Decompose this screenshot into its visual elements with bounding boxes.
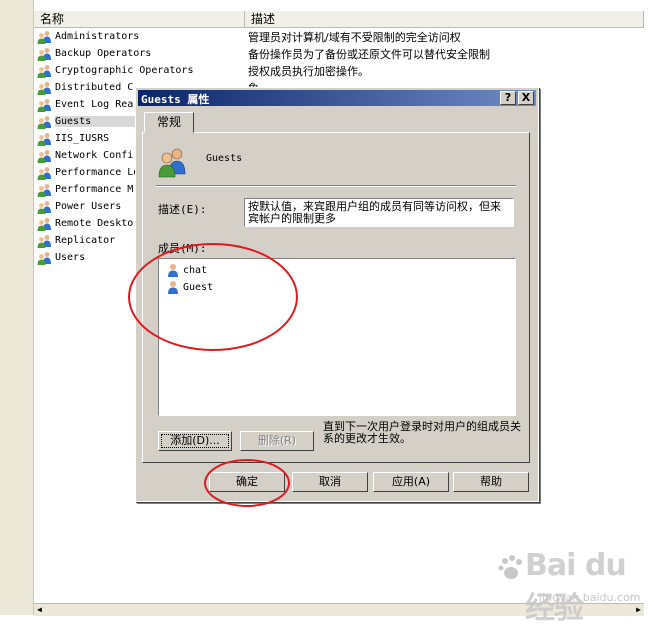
separator (156, 185, 516, 187)
list-item[interactable]: Administrators 管理员对计算机/域有不受限制的完全访问权 (36, 28, 644, 45)
column-header-name[interactable]: 名称 (34, 11, 245, 27)
list-item[interactable]: Backup Operators 备份操作员为了备份或还原文件可以替代安全限制 (36, 45, 644, 62)
group-icon (37, 149, 51, 163)
group-icon (37, 115, 51, 129)
scroll-left-arrow-icon[interactable]: ◀ (37, 605, 42, 614)
cancel-button[interactable]: 取消 (292, 472, 368, 492)
remove-member-button[interactable]: 删除(R) (240, 431, 314, 451)
help-button[interactable]: 帮助 (453, 472, 529, 492)
group-icon (37, 64, 51, 78)
membership-note: 直到下一次用户登录时对用户的组成员关系的更改才生效。 (323, 420, 521, 445)
members-highlight-annotation (128, 243, 298, 351)
group-icon (37, 30, 51, 44)
apply-button[interactable]: 应用(A) (373, 472, 449, 492)
paw-logo-icon (498, 555, 522, 579)
group-description: 备份操作员为了备份或还原文件可以替代安全限制 (248, 47, 490, 61)
group-name-text: Guests (206, 153, 243, 164)
dialog-titlebar[interactable]: Guests 属性 ? X (138, 90, 536, 106)
tab-general[interactable]: 常规 (144, 112, 194, 133)
watermark-url: jingyan.baidu.com (539, 591, 641, 604)
add-member-button[interactable]: 添加(D)... (158, 431, 232, 451)
group-icon (37, 234, 51, 248)
group-description: 管理员对计算机/域有不受限制的完全访问权 (248, 30, 461, 44)
description-label: 描述(E): (158, 203, 207, 216)
group-icon (37, 81, 51, 95)
group-icon (37, 132, 51, 146)
dialog-title: Guests 属性 (141, 93, 210, 106)
group-name: Backup Operators (55, 48, 152, 59)
list-item[interactable]: Cryptographic Operators 授权成员执行加密操作。 (36, 62, 644, 79)
list-header: 名称 描述 (34, 11, 644, 28)
group-icon (37, 200, 51, 214)
close-title-button[interactable]: X (518, 91, 534, 105)
group-name: Administrators (55, 31, 140, 42)
group-icon (37, 47, 51, 61)
column-header-description[interactable]: 描述 (245, 11, 644, 27)
ok-highlight-annotation (204, 459, 290, 507)
watermark: Bai du 经验 jingyan.baidu.com (495, 540, 645, 626)
group-icon (37, 217, 51, 231)
group-description: 授权成员执行加密操作。 (248, 64, 369, 78)
group-icon (37, 166, 51, 180)
watermark-brand: Bai du 经验 (525, 548, 627, 626)
group-icon (37, 183, 51, 197)
tree-pane (0, 0, 34, 615)
help-title-button[interactable]: ? (500, 91, 516, 105)
description-input[interactable]: 按默认值，来宾跟用户组的成员有同等访问权，但来宾帐户的限制更多 (244, 198, 514, 227)
group-users-icon (158, 148, 186, 178)
group-icon (37, 251, 51, 265)
group-icon (37, 98, 51, 112)
group-name: Cryptographic Operators (55, 65, 194, 76)
